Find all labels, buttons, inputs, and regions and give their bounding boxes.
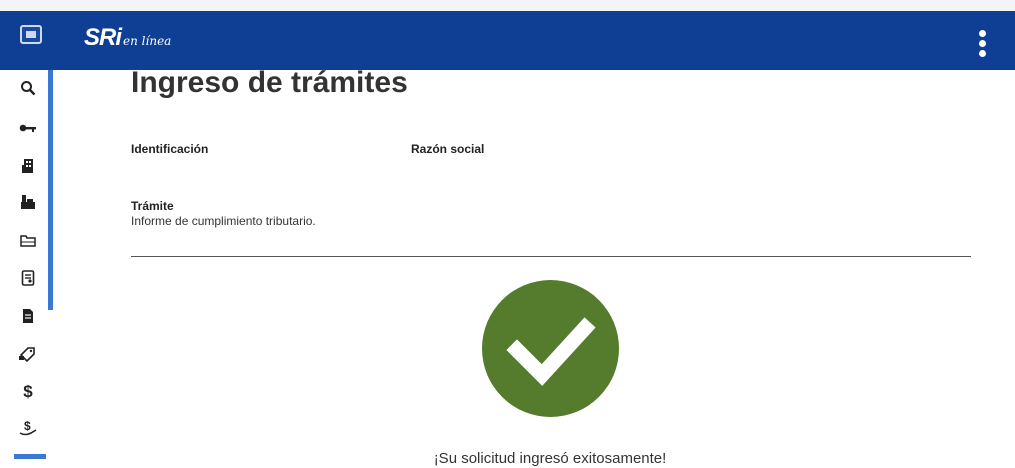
logo-main-text: SRi — [84, 24, 122, 51]
razon-social-label: Razón social — [411, 142, 485, 156]
more-options-icon[interactable] — [976, 30, 988, 62]
tramite-value: Informe de cumplimiento tributario. — [131, 214, 316, 228]
sidebar: $ $ — [0, 70, 56, 468]
folder-icon[interactable] — [18, 230, 38, 250]
page-title: Ingreso de trámites — [131, 66, 408, 99]
svg-text:$: $ — [24, 419, 31, 433]
section-divider — [131, 256, 971, 257]
menu-toggle-icon[interactable] — [20, 25, 42, 44]
identificacion-label: Identificación — [131, 142, 209, 156]
key-icon[interactable] — [18, 118, 38, 138]
document-icon[interactable] — [18, 306, 38, 326]
window-top-edge — [0, 0, 1015, 11]
search-icon[interactable] — [18, 78, 38, 98]
building-icon[interactable] — [18, 156, 38, 176]
dollar-hand-icon[interactable]: $ — [18, 418, 38, 438]
sri-logo[interactable]: SRi en línea — [84, 24, 171, 54]
document-search-icon[interactable] — [18, 268, 38, 288]
tramite-label: Trámite — [131, 199, 174, 213]
dollar-icon[interactable]: $ — [18, 382, 38, 402]
factory-icon[interactable] — [18, 192, 38, 212]
success-message: ¡Su solicitud ingresó exitosamente! — [433, 450, 667, 467]
success-check-icon — [482, 280, 619, 417]
tag-icon[interactable] — [18, 344, 38, 364]
logo-sub-text: en línea — [123, 34, 172, 48]
sidebar-scroll-rail[interactable] — [48, 70, 53, 310]
